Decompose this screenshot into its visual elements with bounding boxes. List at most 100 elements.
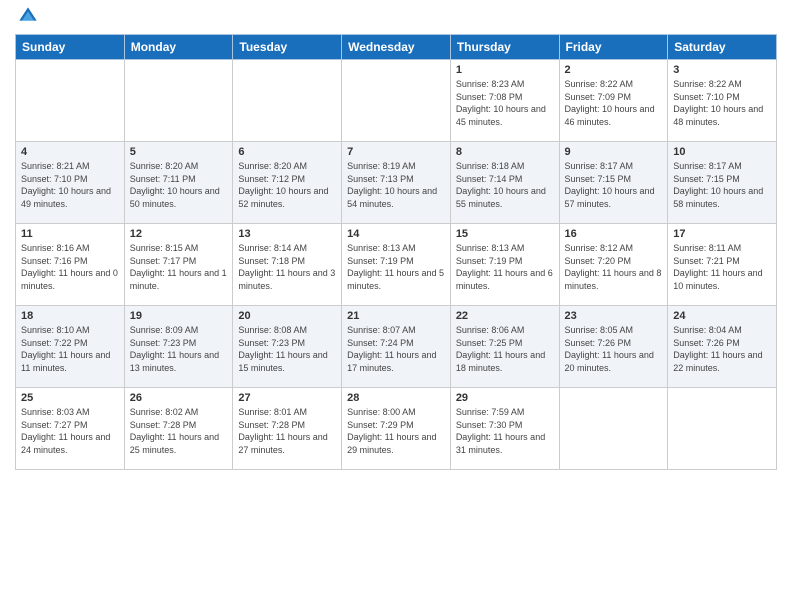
day-info: Sunrise: 8:20 AMSunset: 7:12 PMDaylight:… bbox=[238, 160, 336, 210]
day-number: 1 bbox=[456, 64, 554, 76]
day-info: Sunrise: 8:19 AMSunset: 7:13 PMDaylight:… bbox=[347, 160, 445, 210]
calendar-cell: 2 Sunrise: 8:22 AMSunset: 7:09 PMDaylight… bbox=[559, 60, 668, 142]
day-number: 19 bbox=[130, 310, 228, 322]
day-number: 26 bbox=[130, 392, 228, 404]
day-number: 18 bbox=[21, 310, 119, 322]
day-number: 4 bbox=[21, 146, 119, 158]
day-info: Sunrise: 8:16 AMSunset: 7:16 PMDaylight:… bbox=[21, 242, 119, 292]
calendar-cell: 23 Sunrise: 8:05 AMSunset: 7:26 PMDayligh… bbox=[559, 306, 668, 388]
day-info: Sunrise: 8:04 AMSunset: 7:26 PMDaylight:… bbox=[673, 324, 771, 374]
day-info: Sunrise: 8:23 AMSunset: 7:08 PMDaylight:… bbox=[456, 78, 554, 128]
day-number: 27 bbox=[238, 392, 336, 404]
day-number: 6 bbox=[238, 146, 336, 158]
calendar-cell: 1 Sunrise: 8:23 AMSunset: 7:08 PMDaylight… bbox=[450, 60, 559, 142]
calendar-cell bbox=[668, 388, 777, 470]
calendar-cell: 20 Sunrise: 8:08 AMSunset: 7:23 PMDayligh… bbox=[233, 306, 342, 388]
calendar-cell bbox=[559, 388, 668, 470]
day-number: 12 bbox=[130, 228, 228, 240]
day-info: Sunrise: 8:13 AMSunset: 7:19 PMDaylight:… bbox=[456, 242, 554, 292]
weekday-header-sunday: Sunday bbox=[16, 35, 125, 60]
day-info: Sunrise: 8:12 AMSunset: 7:20 PMDaylight:… bbox=[565, 242, 663, 292]
day-number: 10 bbox=[673, 146, 771, 158]
day-number: 25 bbox=[21, 392, 119, 404]
day-info: Sunrise: 8:15 AMSunset: 7:17 PMDaylight:… bbox=[130, 242, 228, 292]
weekday-header-saturday: Saturday bbox=[668, 35, 777, 60]
calendar-cell: 11 Sunrise: 8:16 AMSunset: 7:16 PMDayligh… bbox=[16, 224, 125, 306]
day-number: 13 bbox=[238, 228, 336, 240]
logo bbox=[15, 14, 38, 26]
day-number: 7 bbox=[347, 146, 445, 158]
day-info: Sunrise: 8:05 AMSunset: 7:26 PMDaylight:… bbox=[565, 324, 663, 374]
calendar-cell bbox=[342, 60, 451, 142]
day-number: 20 bbox=[238, 310, 336, 322]
day-number: 14 bbox=[347, 228, 445, 240]
day-info: Sunrise: 8:11 AMSunset: 7:21 PMDaylight:… bbox=[673, 242, 771, 292]
day-number: 28 bbox=[347, 392, 445, 404]
day-info: Sunrise: 8:10 AMSunset: 7:22 PMDaylight:… bbox=[21, 324, 119, 374]
week-row-5: 25Sunrise: 8:03 AMSunset: 7:27 PMDayligh… bbox=[16, 388, 777, 470]
day-info: Sunrise: 8:20 AMSunset: 7:11 PMDaylight:… bbox=[130, 160, 228, 210]
day-number: 8 bbox=[456, 146, 554, 158]
day-info: Sunrise: 8:17 AMSunset: 7:15 PMDaylight:… bbox=[673, 160, 771, 210]
day-number: 24 bbox=[673, 310, 771, 322]
weekday-header-wednesday: Wednesday bbox=[342, 35, 451, 60]
weekday-header-monday: Monday bbox=[124, 35, 233, 60]
week-row-1: 1 Sunrise: 8:23 AMSunset: 7:08 PMDaylight… bbox=[16, 60, 777, 142]
day-info: Sunrise: 8:00 AMSunset: 7:29 PMDaylight:… bbox=[347, 406, 445, 456]
day-number: 22 bbox=[456, 310, 554, 322]
calendar-cell: 8 Sunrise: 8:18 AMSunset: 7:14 PMDaylight… bbox=[450, 142, 559, 224]
day-info: Sunrise: 8:22 AMSunset: 7:09 PMDaylight:… bbox=[565, 78, 663, 128]
day-number: 2 bbox=[565, 64, 663, 76]
calendar-cell: 19 Sunrise: 8:09 AMSunset: 7:23 PMDayligh… bbox=[124, 306, 233, 388]
day-info: Sunrise: 8:18 AMSunset: 7:14 PMDaylight:… bbox=[456, 160, 554, 210]
weekday-header-thursday: Thursday bbox=[450, 35, 559, 60]
day-number: 17 bbox=[673, 228, 771, 240]
logo-icon bbox=[18, 6, 38, 26]
calendar-cell bbox=[233, 60, 342, 142]
calendar-cell: 4Sunrise: 8:21 AMSunset: 7:10 PMDaylight… bbox=[16, 142, 125, 224]
weekday-header-row: SundayMondayTuesdayWednesdayThursdayFrid… bbox=[16, 35, 777, 60]
day-info: Sunrise: 8:09 AMSunset: 7:23 PMDaylight:… bbox=[130, 324, 228, 374]
calendar-cell: 3Sunrise: 8:22 AMSunset: 7:10 PMDaylight… bbox=[668, 60, 777, 142]
day-number: 21 bbox=[347, 310, 445, 322]
calendar-cell: 16 Sunrise: 8:12 AMSunset: 7:20 PMDayligh… bbox=[559, 224, 668, 306]
day-number: 23 bbox=[565, 310, 663, 322]
calendar-cell: 22 Sunrise: 8:06 AMSunset: 7:25 PMDayligh… bbox=[450, 306, 559, 388]
calendar-cell: 5 Sunrise: 8:20 AMSunset: 7:11 PMDaylight… bbox=[124, 142, 233, 224]
calendar-cell: 15 Sunrise: 8:13 AMSunset: 7:19 PMDayligh… bbox=[450, 224, 559, 306]
calendar-cell: 26 Sunrise: 8:02 AMSunset: 7:28 PMDayligh… bbox=[124, 388, 233, 470]
week-row-2: 4Sunrise: 8:21 AMSunset: 7:10 PMDaylight… bbox=[16, 142, 777, 224]
calendar-cell: 14 Sunrise: 8:13 AMSunset: 7:19 PMDayligh… bbox=[342, 224, 451, 306]
calendar-cell: 24 Sunrise: 8:04 AMSunset: 7:26 PMDayligh… bbox=[668, 306, 777, 388]
calendar-cell: 7 Sunrise: 8:19 AMSunset: 7:13 PMDaylight… bbox=[342, 142, 451, 224]
calendar-cell: 17 Sunrise: 8:11 AMSunset: 7:21 PMDayligh… bbox=[668, 224, 777, 306]
day-info: Sunrise: 8:07 AMSunset: 7:24 PMDaylight:… bbox=[347, 324, 445, 374]
page: SundayMondayTuesdayWednesdayThursdayFrid… bbox=[0, 0, 792, 612]
day-number: 11 bbox=[21, 228, 119, 240]
calendar-cell: 18 Sunrise: 8:10 AMSunset: 7:22 PMDayligh… bbox=[16, 306, 125, 388]
week-row-4: 18 Sunrise: 8:10 AMSunset: 7:22 PMDayligh… bbox=[16, 306, 777, 388]
day-info: Sunrise: 8:13 AMSunset: 7:19 PMDaylight:… bbox=[347, 242, 445, 292]
day-number: 16 bbox=[565, 228, 663, 240]
day-info: Sunrise: 8:06 AMSunset: 7:25 PMDaylight:… bbox=[456, 324, 554, 374]
calendar-cell: 10 Sunrise: 8:17 AMSunset: 7:15 PMDayligh… bbox=[668, 142, 777, 224]
day-info: Sunrise: 8:14 AMSunset: 7:18 PMDaylight:… bbox=[238, 242, 336, 292]
calendar-cell bbox=[124, 60, 233, 142]
header bbox=[15, 10, 777, 26]
day-info: Sunrise: 8:08 AMSunset: 7:23 PMDaylight:… bbox=[238, 324, 336, 374]
calendar-cell: 21 Sunrise: 8:07 AMSunset: 7:24 PMDayligh… bbox=[342, 306, 451, 388]
day-info: Sunrise: 7:59 AMSunset: 7:30 PMDaylight:… bbox=[456, 406, 554, 456]
calendar-cell: 6 Sunrise: 8:20 AMSunset: 7:12 PMDaylight… bbox=[233, 142, 342, 224]
calendar-cell: 27Sunrise: 8:01 AMSunset: 7:28 PMDayligh… bbox=[233, 388, 342, 470]
calendar: SundayMondayTuesdayWednesdayThursdayFrid… bbox=[15, 34, 777, 470]
day-number: 3 bbox=[673, 64, 771, 76]
calendar-cell: 12 Sunrise: 8:15 AMSunset: 7:17 PMDayligh… bbox=[124, 224, 233, 306]
day-number: 15 bbox=[456, 228, 554, 240]
weekday-header-friday: Friday bbox=[559, 35, 668, 60]
day-info: Sunrise: 8:02 AMSunset: 7:28 PMDaylight:… bbox=[130, 406, 228, 456]
day-number: 9 bbox=[565, 146, 663, 158]
day-number: 29 bbox=[456, 392, 554, 404]
calendar-cell: 28 Sunrise: 8:00 AMSunset: 7:29 PMDayligh… bbox=[342, 388, 451, 470]
calendar-cell: 29 Sunrise: 7:59 AMSunset: 7:30 PMDayligh… bbox=[450, 388, 559, 470]
day-number: 5 bbox=[130, 146, 228, 158]
